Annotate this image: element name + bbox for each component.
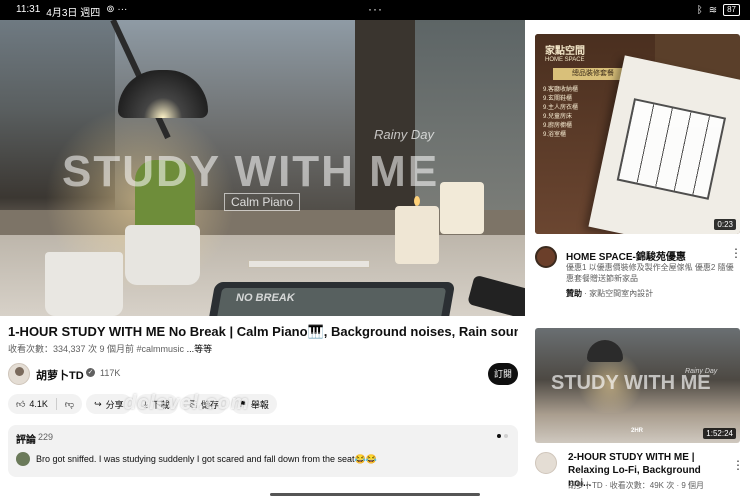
rec-thumb-tag: 2HR (631, 428, 644, 434)
video-player[interactable]: STUDY WITH ME Rainy Day Calm Piano NO BR… (0, 20, 525, 316)
bluetooth-icon: ᛒ (696, 4, 703, 16)
rec-channel-avatar[interactable] (535, 452, 557, 474)
video-meta-more[interactable]: ...等等 (187, 344, 213, 354)
action-bar: 👍︎ 4.1K 👎︎ ↪ 分享 ⤓ 下載 ⎘ 儲存 ⚑ 舉報 (8, 394, 277, 414)
comments-pager (497, 434, 508, 438)
candle-left (395, 196, 439, 264)
pencil-case (248, 260, 370, 268)
verified-icon: ✓ (86, 368, 95, 377)
ad-channel-avatar[interactable] (535, 246, 557, 268)
video-meta-text: 收看次數：334,337 次 9 個月前 #calmmusic (8, 344, 185, 354)
home-indicator[interactable] (270, 493, 480, 496)
share-label: 分享 (105, 399, 124, 410)
kebab-icon[interactable]: ⋮ (732, 458, 747, 472)
dislike-icon[interactable]: 👎︎ (65, 399, 74, 410)
share-icon: ↪ (94, 398, 102, 409)
rec-lamp (587, 340, 623, 362)
plant-pot (125, 225, 200, 285)
recommended-thumbnail[interactable]: STUDY WITH ME Rainy Day 2HR 1:52:24 (535, 328, 740, 443)
commenter-avatar (16, 452, 30, 466)
status-bar: 11:31 4月3日 週四 ⊚ ··· ··· ᛒ ≋ 87 (0, 0, 750, 20)
overlay-no-break: NO BREAK (236, 292, 295, 304)
rec-duration: 1:52:24 (703, 428, 736, 439)
status-center-dots[interactable]: ··· (368, 2, 383, 16)
rec-thumb-rainy: Rainy Day (685, 368, 718, 375)
ad-sponsor: 贊助 · 家點空間室內設計 (566, 289, 654, 298)
mug (45, 252, 123, 316)
video-title[interactable]: 1-HOUR STUDY WITH ME No Break | Calm Pia… (8, 324, 518, 340)
download-button[interactable]: ⤓ 下載 (135, 394, 178, 414)
comments-count: 229 (38, 432, 54, 442)
overlay-calm-piano: Calm Piano (224, 193, 301, 211)
report-icon: ⚑ (238, 398, 247, 409)
status-extra: ⊚ ··· (106, 4, 128, 15)
divider (55, 398, 57, 410)
status-time: 11:31 (16, 4, 41, 15)
top-comment: Bro got sniffed. I was studying suddenly… (36, 454, 377, 464)
channel-name[interactable]: 胡萝卜TD (36, 367, 84, 383)
save-label: 儲存 (200, 399, 219, 410)
share-button[interactable]: ↪ 分享 (86, 394, 132, 414)
subscriber-count: 117K (100, 368, 121, 378)
download-label: 下載 (151, 399, 170, 410)
report-label: 舉報 (250, 399, 269, 410)
save-button[interactable]: ⎘ 儲存 (181, 394, 227, 414)
wifi-icon: ≋ (708, 4, 718, 16)
overlay-title: STUDY WITH ME (62, 147, 440, 196)
overlay-rainy-day: Rainy Day (374, 127, 434, 142)
ad-description: 優惠1 以優惠價裝修及製作全屋傢俬 優惠2 隨優惠套餐贈送節新家品 (566, 263, 734, 283)
ad-logo: 家點空間 HOME SPACE (545, 46, 585, 63)
download-icon: ⤓ (143, 398, 148, 409)
save-icon: ⎘ (189, 398, 197, 409)
rec-meta: 胡萝卜TD · 收看次數：49K 次 · 9 個月 (568, 481, 705, 490)
status-date: 4月3日 週四 (46, 8, 101, 19)
channel-avatar[interactable] (8, 363, 30, 385)
flame-icon (414, 196, 420, 206)
ad-duration: 0:23 (714, 219, 736, 230)
ad-info[interactable]: HOME SPACE-錦駿苑優惠 優惠1 以優惠價裝修及製作全屋傢俬 優惠2 隨… (535, 244, 745, 304)
ad-thumbnail[interactable]: 家點空間 HOME SPACE 總品裝修套餐 9.客廳收納櫃 9.玄關鞋櫃 9.… (535, 34, 740, 234)
battery-icon: 87 (723, 4, 740, 16)
subscribe-button[interactable]: 訂閱 (488, 363, 518, 385)
like-icon[interactable]: 👍︎ (16, 399, 25, 410)
comments-panel[interactable]: 評論 229 Bro got sniffed. I was studying s… (8, 425, 518, 477)
rec-thumb-text: STUDY WITH ME (551, 372, 711, 394)
floorplan (616, 98, 727, 200)
report-button[interactable]: ⚑ 舉報 (230, 394, 277, 414)
ad-title[interactable]: HOME SPACE-錦駿苑優惠 (566, 248, 686, 263)
like-dislike-group[interactable]: 👍︎ 4.1K 👎︎ (8, 394, 83, 414)
like-count: 4.1K (29, 399, 48, 409)
kebab-icon[interactable]: ⋮ (730, 246, 742, 260)
channel-row[interactable]: 胡萝卜TD ✓ 117K 訂閱 (8, 363, 518, 385)
video-meta[interactable]: 收看次數：334,337 次 9 個月前 #calmmusic ...等等 (8, 342, 212, 355)
comments-header: 評論 (16, 435, 36, 446)
